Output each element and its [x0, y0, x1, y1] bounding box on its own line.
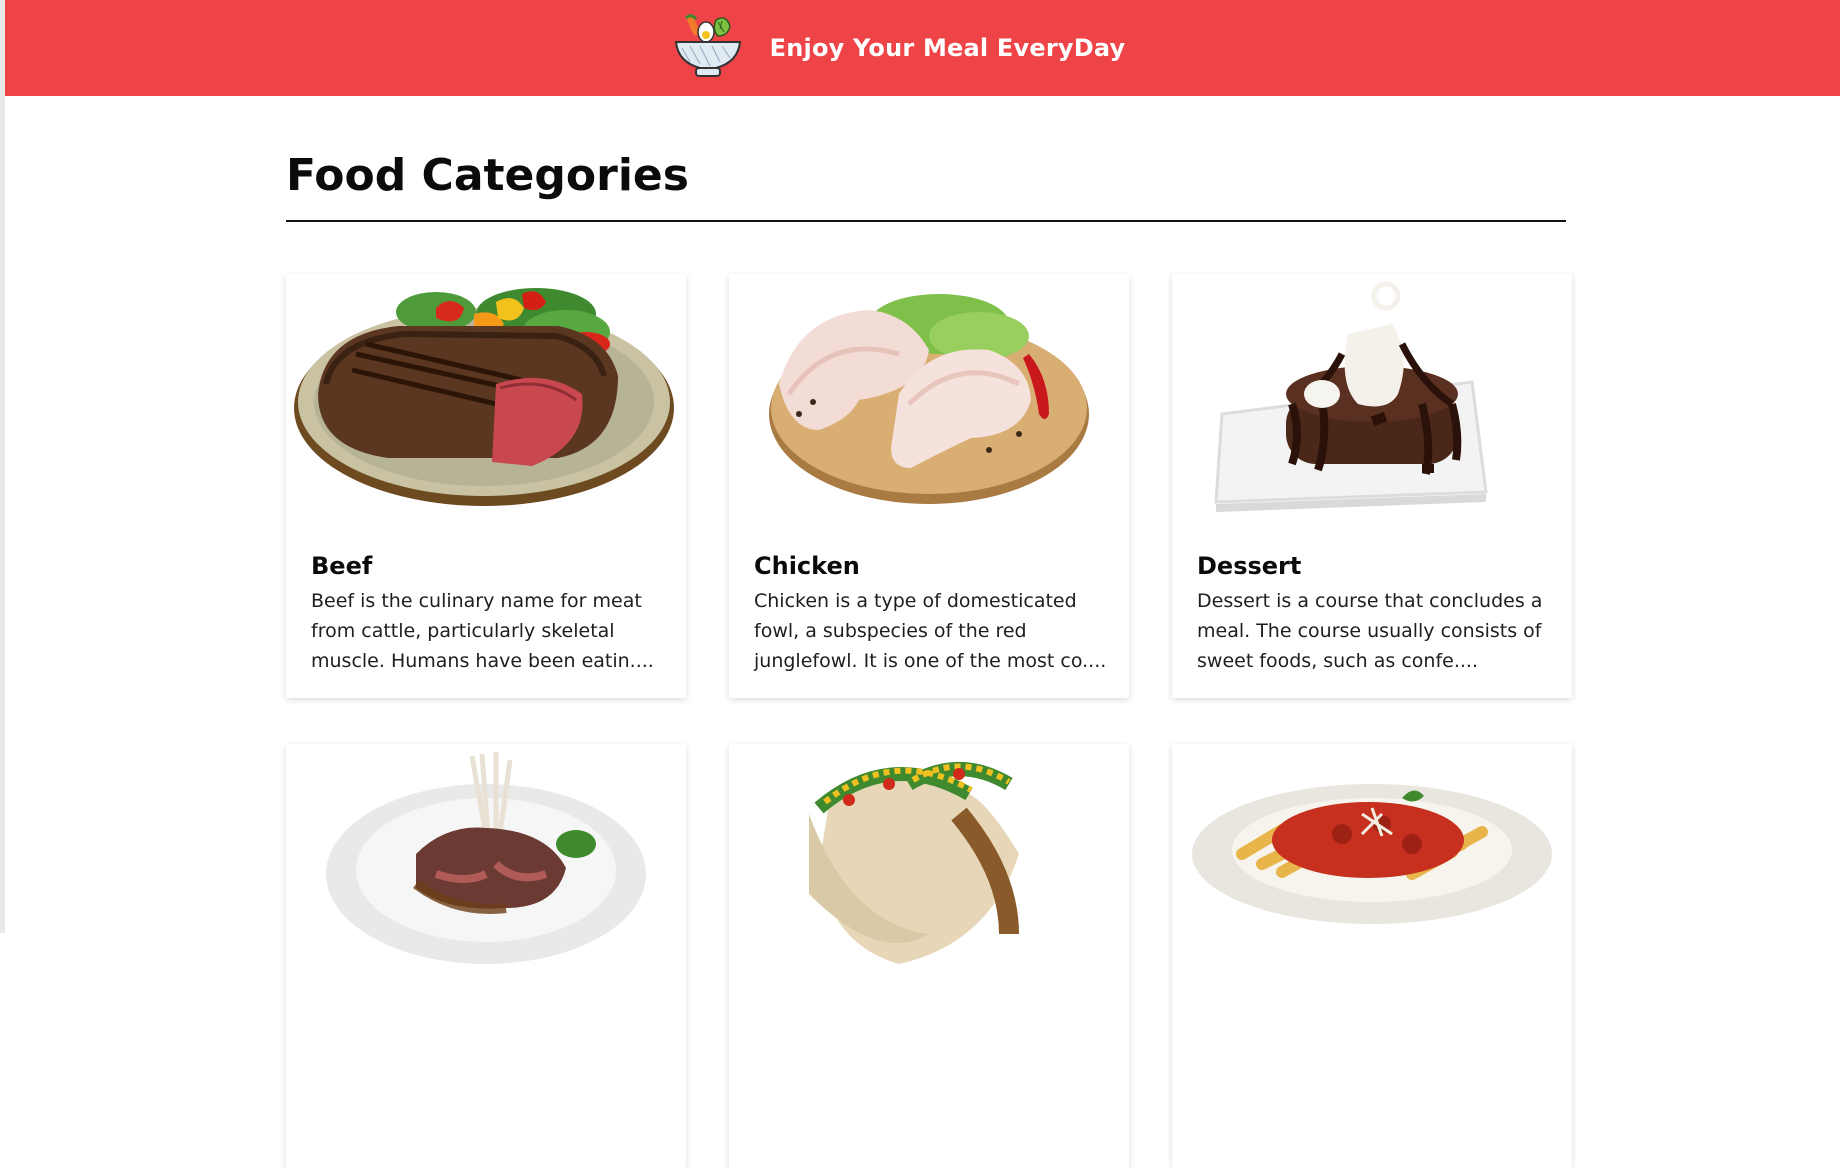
category-description: Dessert is a course that concludes a mea…: [1197, 590, 1543, 672]
category-name: Beef: [311, 552, 373, 580]
salad-bowl-icon[interactable]: [672, 12, 744, 84]
category-card-5[interactable]: [729, 744, 1129, 1168]
category-card-6[interactable]: [1172, 744, 1572, 1168]
lamb-chops-image: [286, 744, 686, 1004]
category-card-4[interactable]: [286, 744, 686, 1168]
site-header: Enjoy Your Meal EveryDay: [5, 0, 1840, 96]
steak-plate-image: [286, 274, 686, 534]
tacos-image: [729, 744, 1129, 1004]
chocolate-cake-image: [1172, 274, 1572, 534]
page-left-edge: [0, 0, 5, 933]
category-card-beef[interactable]: Beef Beef is the culinary name for meat …: [286, 274, 686, 698]
category-name: Chicken: [754, 552, 860, 580]
category-description: Beef is the culinary name for meat from …: [311, 590, 654, 672]
page-title: Food Categories: [286, 150, 689, 201]
category-card-dessert[interactable]: Dessert Dessert is a course that conclud…: [1172, 274, 1572, 698]
pasta-plate-image: [1172, 744, 1572, 1004]
category-name: Dessert: [1197, 552, 1302, 580]
category-card-chicken[interactable]: Chicken Chicken is a type of domesticate…: [729, 274, 1129, 698]
category-description: Chicken is a type of domesticated fowl, …: [754, 590, 1107, 672]
chicken-legs-image: [729, 274, 1129, 534]
title-divider: [286, 220, 1566, 222]
site-title: Enjoy Your Meal EveryDay: [769, 34, 1126, 62]
